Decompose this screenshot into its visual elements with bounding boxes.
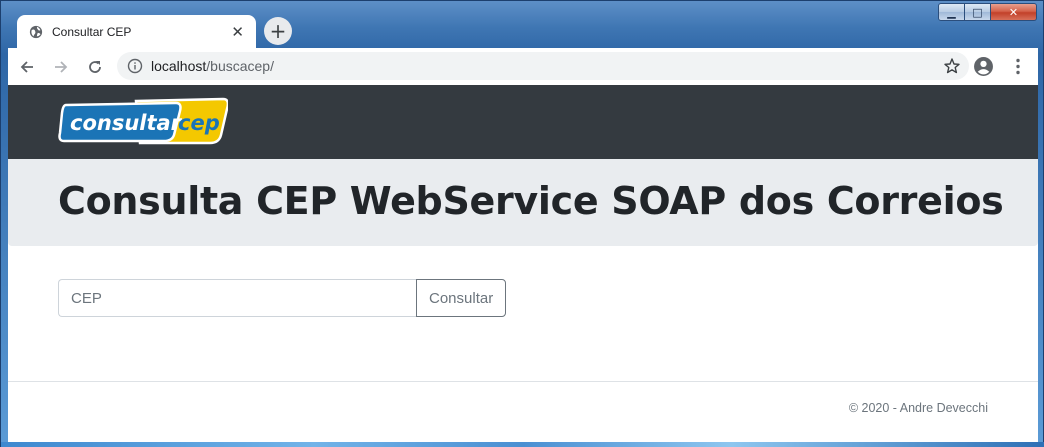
page-viewport: consultar cep Consulta CEP WebService SO…	[8, 85, 1038, 442]
url-path: /buscacep/	[206, 58, 274, 74]
browser-toolbar: localhost/buscacep/	[8, 48, 1038, 85]
url-host: localhost	[151, 58, 207, 74]
new-tab-button[interactable]: +	[264, 17, 292, 45]
consultar-cep-logo[interactable]: consultar cep	[58, 97, 228, 145]
site-navbar: consultar cep	[8, 85, 1038, 159]
window-controls: ▁ □ ✕	[938, 3, 1037, 22]
close-tab-icon[interactable]: ✕	[231, 24, 244, 40]
maximize-button[interactable]: □	[965, 3, 991, 21]
consultar-button[interactable]: Consultar	[416, 279, 507, 317]
reload-button[interactable]	[80, 52, 110, 82]
close-window-button[interactable]: ✕	[991, 3, 1037, 21]
cep-search-form: Consultar	[58, 279, 507, 317]
taskbar-edge	[1, 442, 1044, 447]
info-icon[interactable]	[127, 58, 143, 74]
footer-copyright: © 2020 - Andre Devecchi	[848, 401, 988, 415]
address-bar[interactable]: localhost/buscacep/	[117, 52, 969, 80]
footer-divider	[8, 381, 1038, 382]
page-title: Consulta CEP WebService SOAP dos Correio…	[58, 179, 1004, 223]
arrow-right-icon	[55, 60, 68, 73]
minimize-button[interactable]: ▁	[938, 3, 965, 21]
arrow-left-icon	[20, 60, 33, 73]
browser-tab[interactable]: Consultar CEP ✕	[17, 15, 256, 49]
reload-icon	[89, 60, 101, 73]
globe-icon	[29, 25, 43, 39]
jumbotron: Consulta CEP WebService SOAP dos Correio…	[8, 159, 1038, 246]
tab-title: Consultar CEP	[52, 25, 132, 39]
cep-input[interactable]	[58, 279, 416, 317]
kebab-menu-icon[interactable]	[1010, 56, 1026, 77]
forward-button[interactable]	[46, 52, 76, 82]
svg-text:cep: cep	[178, 111, 220, 135]
star-icon[interactable]	[943, 57, 961, 75]
account-icon[interactable]	[973, 56, 994, 77]
svg-text:consultar: consultar	[70, 111, 183, 135]
browser-window: ▁ □ ✕ Consultar CEP ✕ + localhost /busca…	[0, 0, 1044, 447]
back-button[interactable]	[12, 52, 42, 82]
